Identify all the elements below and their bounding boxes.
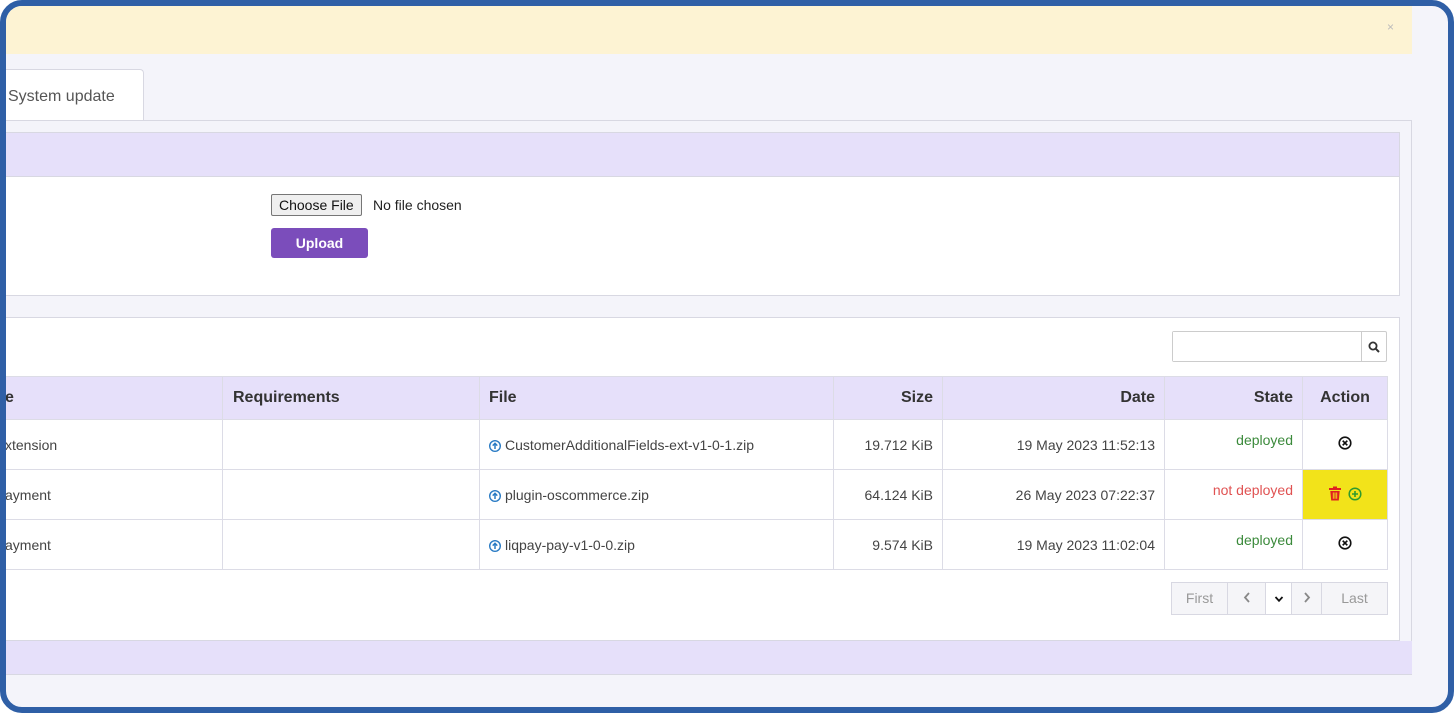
cell-action: [1302, 419, 1388, 470]
chevron-left-icon: [1243, 592, 1250, 603]
remove-circle-icon[interactable]: [1338, 436, 1352, 450]
col-header-file[interactable]: File: [479, 376, 834, 420]
upload-circle-icon: [489, 539, 501, 552]
cell-date: 19 May 2023 11:52:13: [942, 419, 1165, 470]
col-header-size[interactable]: Size: [833, 376, 943, 420]
upload-panel-header: [6, 133, 1399, 177]
cell-requirements: [222, 419, 480, 470]
cell-size: 19.712 KiB: [833, 419, 943, 470]
cell-size: 64.124 KiB: [833, 469, 943, 520]
cell-state: deployed: [1164, 419, 1303, 470]
table-header-row: e Requirements File Size Date State Acti…: [6, 376, 1388, 420]
cell-requirements: [222, 469, 480, 520]
alert-banner: ×: [6, 6, 1412, 54]
upload-button[interactable]: Upload: [271, 228, 368, 258]
search-button[interactable]: [1361, 332, 1386, 361]
pager-next-button[interactable]: [1292, 583, 1322, 614]
table-row: ayment plugin-oscommerce.zip 64.124 KiB …: [6, 469, 1388, 520]
file-status-text: No file chosen: [373, 197, 462, 213]
col-header-date[interactable]: Date: [942, 376, 1165, 420]
pager-last-button[interactable]: Last: [1322, 583, 1387, 614]
search-input[interactable]: [1173, 332, 1361, 361]
pager-first-button[interactable]: First: [1172, 583, 1228, 614]
cell-state: not deployed: [1164, 469, 1303, 520]
pagination: First Last: [1171, 582, 1388, 615]
table-row: ayment liqpay-pay-v1-0-0.zip 9.574 KiB 1…: [6, 519, 1388, 570]
upload-circle-icon: [489, 439, 501, 452]
cell-file: plugin-oscommerce.zip: [479, 469, 834, 520]
cell-requirements: [222, 519, 480, 570]
chevron-down-icon: [1274, 596, 1283, 603]
alert-close-button[interactable]: ×: [1387, 20, 1394, 34]
table-row: xtension CustomerAdditionalFields-ext-v1…: [6, 419, 1388, 470]
trash-icon[interactable]: [1328, 486, 1342, 501]
cell-name: xtension: [6, 419, 223, 470]
choose-file-button[interactable]: Choose File: [271, 194, 362, 216]
search-box: [1172, 331, 1387, 362]
state-badge: deployed: [1236, 532, 1293, 548]
file-link[interactable]: plugin-oscommerce.zip: [505, 487, 649, 503]
file-link[interactable]: liqpay-pay-v1-0-0.zip: [505, 537, 635, 553]
window-frame: × System update Choose File No file chos…: [0, 0, 1454, 713]
panel-footer: [6, 641, 1412, 674]
pager-prev-button[interactable]: [1228, 583, 1266, 614]
cell-action: [1302, 519, 1388, 570]
cell-action: [1302, 469, 1388, 520]
state-badge: deployed: [1236, 432, 1293, 448]
file-link[interactable]: CustomerAdditionalFields-ext-v1-0-1.zip: [505, 437, 754, 453]
tab-system-update[interactable]: System update: [6, 69, 144, 121]
state-badge: not deployed: [1212, 482, 1293, 498]
cell-date: 19 May 2023 11:02:04: [942, 519, 1165, 570]
col-header-state[interactable]: State: [1164, 376, 1303, 420]
cell-state: deployed: [1164, 519, 1303, 570]
cell-file: liqpay-pay-v1-0-0.zip: [479, 519, 834, 570]
extensions-table: e Requirements File Size Date State Acti…: [6, 376, 1388, 570]
cell-name: ayment: [6, 469, 223, 520]
upload-panel: Choose File No file chosen Upload: [6, 132, 1400, 296]
cell-size: 9.574 KiB: [833, 519, 943, 570]
add-circle-icon[interactable]: [1348, 486, 1362, 501]
col-header-requirements[interactable]: Requirements: [222, 376, 480, 420]
cell-file: CustomerAdditionalFields-ext-v1-0-1.zip: [479, 419, 834, 470]
chevron-right-icon: [1303, 592, 1310, 603]
col-header-name[interactable]: e: [6, 376, 223, 420]
cell-name: ayment: [6, 519, 223, 570]
remove-circle-icon[interactable]: [1338, 536, 1352, 550]
extensions-panel: e Requirements File Size Date State Acti…: [6, 317, 1400, 641]
cell-date: 26 May 2023 07:22:37: [942, 469, 1165, 520]
col-header-action: Action: [1302, 376, 1388, 420]
upload-circle-icon: [489, 489, 501, 502]
page-select[interactable]: [1266, 583, 1292, 614]
search-icon: [1368, 341, 1380, 353]
